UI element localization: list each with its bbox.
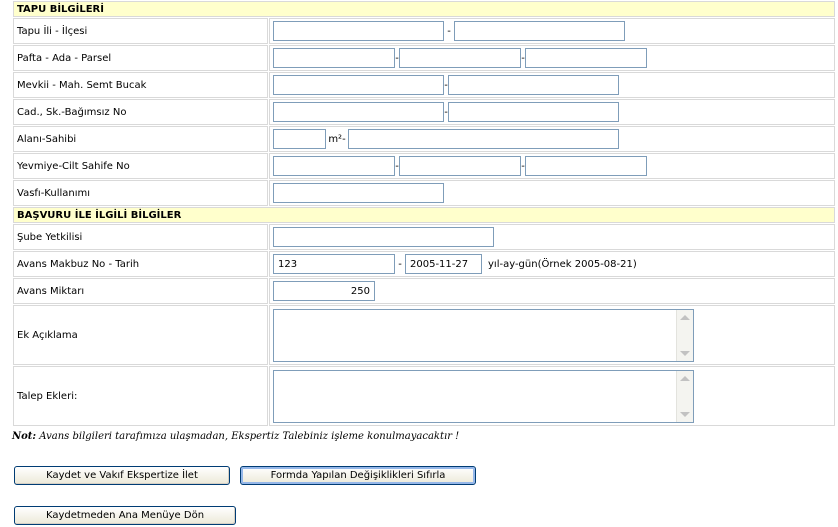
row-yevmiye: Yevmiye-Cilt Sahife No -- [13, 153, 835, 179]
label-vasfi: Vasfı-Kullanımı [13, 180, 268, 206]
sahife-input[interactable] [525, 156, 647, 176]
label-avans-miktari: Avans Miktarı [13, 278, 268, 304]
cadde-input[interactable] [273, 102, 444, 122]
dash-separator: - [447, 25, 451, 37]
row-cad: Cad., Sk.-Bağımsız No - [13, 99, 835, 125]
alan-input[interactable] [273, 129, 326, 149]
scroll-down-icon[interactable] [680, 350, 690, 356]
label-mevkii: Mevkii - Mah. Semt Bucak [13, 72, 268, 98]
row-pafta: Pafta - Ada - Parsel -- [13, 45, 835, 71]
row-alan: Alanı-Sahibi m²- [13, 126, 835, 152]
mevkii-input[interactable] [273, 75, 444, 95]
textarea-scrollbar[interactable] [676, 370, 693, 422]
avans-miktari-input[interactable] [273, 281, 375, 301]
dash-separator: - [398, 258, 402, 270]
scroll-up-icon[interactable] [680, 314, 690, 320]
ek-aciklama-textarea[interactable] [273, 308, 694, 362]
label-alan: Alanı-Sahibi [13, 126, 268, 152]
tapu-il-input[interactable] [273, 21, 444, 41]
tarih-input[interactable] [405, 254, 482, 274]
label-cad: Cad., Sk.-Bağımsız No [13, 99, 268, 125]
label-il-ilce: Tapu İli - İlçesi [13, 18, 268, 44]
label-sube: Şube Yetkilisi [13, 224, 268, 250]
talep-ekleri-textarea[interactable] [273, 369, 694, 423]
section-header-basvuru: BAŞVURU İLE İLGİLİ BİLGİLER [13, 207, 835, 223]
textarea-scrollbar[interactable] [676, 309, 693, 361]
date-format-hint: yıl-ay-gün(Örnek 2005-08-21) [488, 258, 637, 270]
cilt-input[interactable] [399, 156, 521, 176]
label-talep-ekleri: Talep Ekleri: [13, 366, 268, 426]
note-text: Avans bilgileri tarafımıza ulaşmadan, Ek… [36, 431, 460, 442]
label-ek-aciklama: Ek Açıklama [13, 305, 268, 365]
ana-menu-button[interactable]: Kaydetmeden Ana Menüye Dön [14, 506, 236, 525]
note-prefix: Not: [12, 431, 37, 442]
section-header-tapu: TAPU BİLGİLERİ [13, 1, 835, 17]
scroll-up-icon[interactable] [680, 375, 690, 381]
sube-yetkilisi-input[interactable] [273, 227, 494, 247]
sahibi-input[interactable] [348, 129, 619, 149]
sifirla-button[interactable]: Formda Yapılan Değişiklikleri Sıfırla [240, 466, 476, 485]
warning-note: Not: Avans bilgileri tarafımıza ulaşmada… [12, 431, 459, 442]
form-table: TAPU BİLGİLERİ Tapu İli - İlçesi - Pafta… [12, 0, 836, 427]
label-yevmiye: Yevmiye-Cilt Sahife No [13, 153, 268, 179]
kaydet-ilet-button[interactable]: Kaydet ve Vakıf Ekspertize İlet [14, 466, 230, 485]
makbuz-no-input[interactable] [273, 254, 395, 274]
label-pafta: Pafta - Ada - Parsel [13, 45, 268, 71]
parsel-input[interactable] [525, 48, 647, 68]
row-mevkii: Mevkii - Mah. Semt Bucak - [13, 72, 835, 98]
m2-unit: m²- [328, 133, 346, 145]
bagimsiz-no-input[interactable] [448, 102, 619, 122]
vasfi-input[interactable] [273, 183, 444, 203]
pafta-input[interactable] [273, 48, 395, 68]
row-avans-makbuz: Avans Makbuz No - Tarih - yıl-ay-gün(Örne… [13, 251, 835, 277]
row-ek-aciklama: Ek Açıklama [13, 305, 835, 365]
scroll-down-icon[interactable] [680, 411, 690, 417]
row-talep-ekleri: Talep Ekleri: [13, 366, 835, 426]
row-sube: Şube Yetkilisi [13, 224, 835, 250]
row-il-ilce: Tapu İli - İlçesi - [13, 18, 835, 44]
mahalle-input[interactable] [448, 75, 619, 95]
label-avans-makbuz: Avans Makbuz No - Tarih [13, 251, 268, 277]
ada-input[interactable] [399, 48, 521, 68]
row-avans-miktari: Avans Miktarı [13, 278, 835, 304]
row-vasfi: Vasfı-Kullanımı [13, 180, 835, 206]
tapu-ilce-input[interactable] [454, 21, 625, 41]
yevmiye-input[interactable] [273, 156, 395, 176]
